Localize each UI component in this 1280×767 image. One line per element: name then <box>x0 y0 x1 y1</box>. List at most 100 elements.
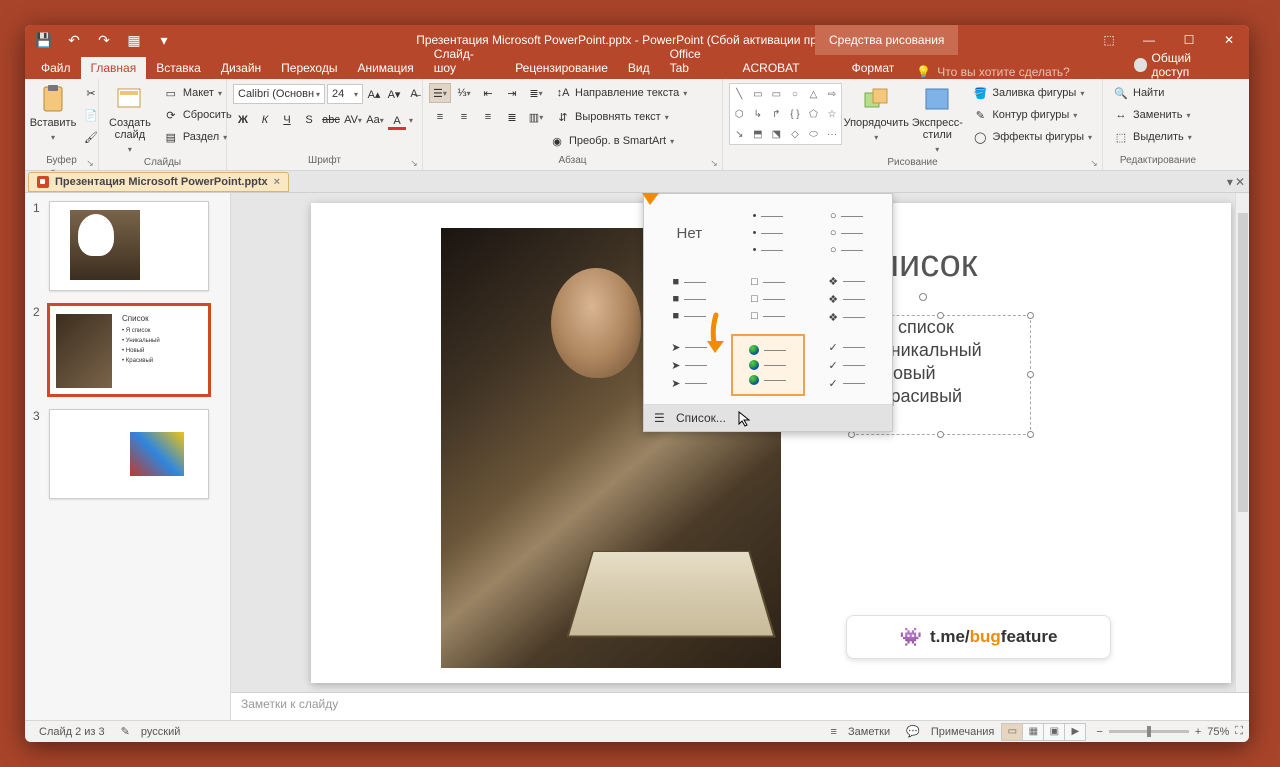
zoom-level[interactable]: 75% <box>1207 726 1229 738</box>
zoom-slider[interactable] <box>1109 730 1189 733</box>
tab-acrobat[interactable]: ACROBAT <box>732 57 809 79</box>
panel-close-icon[interactable]: ✕ <box>1235 175 1245 189</box>
char-spacing-button[interactable]: AV▾ <box>343 110 363 130</box>
normal-view-button[interactable]: ▭ <box>1001 723 1023 741</box>
slide-thumbnail-3[interactable] <box>49 409 209 499</box>
tab-officetab[interactable]: Office Tab <box>660 43 733 79</box>
justify-button[interactable]: ≣ <box>501 107 523 127</box>
rotate-handle[interactable] <box>919 293 927 301</box>
panel-dropdown-icon[interactable]: ▾ <box>1227 175 1233 189</box>
arrange-button[interactable]: Упорядочить▾ <box>846 83 906 144</box>
undo-icon[interactable]: ↶ <box>61 27 87 53</box>
zoom-in-button[interactable]: + <box>1195 726 1201 738</box>
tab-slideshow[interactable]: Слайд-шоу <box>424 43 505 79</box>
shapes-mini-gallery[interactable]: ╲▭▭○△⇨ ⬡↳↱{ }⬠☆ ↘⬒⬔◇⬭··· <box>729 83 842 145</box>
bullet-option-arrow[interactable]: ➤➤➤ <box>652 334 727 396</box>
slideshow-view-button[interactable]: ▶ <box>1064 723 1086 741</box>
replace-button[interactable]: ↔Заменить▾ <box>1109 105 1196 125</box>
comments-button[interactable]: 💬 Примечания <box>898 721 1002 743</box>
zoom-out-button[interactable]: − <box>1096 726 1102 738</box>
reading-view-button[interactable]: ▣ <box>1043 723 1065 741</box>
notes-pane[interactable]: Заметки к слайду <box>231 692 1249 720</box>
align-right-button[interactable]: ≡ <box>477 107 499 127</box>
tell-me-search[interactable]: 💡 Что вы хотите сделать? <box>904 65 1121 79</box>
bullet-option-none[interactable]: Нет <box>652 202 727 264</box>
document-tab[interactable]: Презентация Microsoft PowerPoint.pptx × <box>28 172 289 192</box>
shape-effects-button[interactable]: ◯Эффекты фигуры▾ <box>968 127 1096 147</box>
vertical-scrollbar[interactable] <box>1235 193 1249 692</box>
tab-transitions[interactable]: Переходы <box>271 57 347 79</box>
section-button[interactable]: ▤Раздел▾ <box>159 127 236 147</box>
select-button[interactable]: ⬚Выделить▾ <box>1109 127 1196 147</box>
align-text-button[interactable]: ⇵Выровнять текст▾ <box>549 107 673 127</box>
find-button[interactable]: 🔍Найти <box>1109 83 1196 103</box>
share-button[interactable]: Общий доступ <box>1122 51 1243 79</box>
chevron-down-icon[interactable]: ▾ <box>409 116 413 125</box>
bullets-button[interactable]: ☰▾ <box>429 83 451 103</box>
reset-button[interactable]: ⟳Сбросить <box>159 105 236 125</box>
decrease-font-icon[interactable]: A▾ <box>385 84 403 104</box>
italic-button[interactable]: К <box>255 110 275 130</box>
drawing-dialog-launcher[interactable]: ↘ <box>1088 157 1100 169</box>
slide-canvas-area[interactable]: Список Я список Уникальный <box>231 193 1249 692</box>
line-spacing-button[interactable]: ≣▾ <box>525 83 547 103</box>
change-case-button[interactable]: Aa▾ <box>365 110 385 130</box>
bullet-option-circle[interactable]: ○○○ <box>809 202 884 264</box>
columns-button[interactable]: ▥▾ <box>525 107 547 127</box>
font-color-button[interactable]: A <box>387 110 407 130</box>
strikethrough-button[interactable]: abc <box>321 110 341 130</box>
tab-format[interactable]: Формат <box>842 57 905 79</box>
save-icon[interactable]: 💾 <box>31 27 57 53</box>
tab-review[interactable]: Рецензирование <box>505 57 618 79</box>
font-name-combo[interactable]: Calibri (Основн▾ <box>233 84 325 104</box>
decrease-indent-button[interactable]: ⇤ <box>477 83 499 103</box>
language-indicator[interactable]: ✎ русский <box>113 721 189 743</box>
bold-button[interactable]: Ж <box>233 110 253 130</box>
bullet-option-check[interactable]: ✓✓✓ <box>809 334 884 396</box>
bullet-option-square-hollow[interactable]: □□□ <box>731 268 806 330</box>
align-left-button[interactable]: ≡ <box>429 107 451 127</box>
font-size-combo[interactable]: 24▾ <box>327 84 363 104</box>
new-slide-button[interactable]: Создать слайд ▾ <box>105 83 155 156</box>
text-direction-button[interactable]: ↕AНаправление текста▾ <box>549 83 691 103</box>
notes-toggle-button[interactable]: ≡ Заметки <box>823 721 899 743</box>
slide-thumbnail-1[interactable] <box>49 201 209 291</box>
paragraph-dialog-launcher[interactable]: ↘ <box>708 157 720 169</box>
tab-animations[interactable]: Анимация <box>347 57 423 79</box>
font-color-swatch <box>388 127 406 130</box>
shadow-button[interactable]: S <box>299 110 319 130</box>
close-tab-icon[interactable]: × <box>274 176 280 188</box>
layout-button[interactable]: ▭Макет▾ <box>159 83 236 103</box>
align-center-button[interactable]: ≡ <box>453 107 475 127</box>
tab-view[interactable]: Вид <box>618 57 660 79</box>
bullet-option-disc[interactable]: ••• <box>731 202 806 264</box>
quick-styles-button[interactable]: Экспресс-стили▾ <box>910 83 964 156</box>
underline-button[interactable]: Ч <box>277 110 297 130</box>
paste-label: Вставить <box>30 117 77 129</box>
shape-fill-button[interactable]: 🪣Заливка фигуры▾ <box>968 83 1096 103</box>
tab-file[interactable]: Файл <box>31 57 81 79</box>
clear-formatting-icon[interactable]: A̶ <box>405 84 423 104</box>
increase-indent-button[interactable]: ⇥ <box>501 83 523 103</box>
slideshow-icon[interactable]: ▦ <box>121 27 147 53</box>
bullet-option-square-filled[interactable]: ■■■ <box>652 268 727 330</box>
paste-button[interactable]: Вставить ▾ <box>31 83 75 144</box>
clipboard-dialog-launcher[interactable]: ↘ <box>84 157 96 169</box>
convert-smartart-button[interactable]: ◉Преобр. в SmartArt▾ <box>543 131 678 151</box>
increase-font-icon[interactable]: A▴ <box>365 84 383 104</box>
tab-home[interactable]: Главная <box>81 57 147 79</box>
font-dialog-launcher[interactable]: ↘ <box>408 157 420 169</box>
sorter-view-button[interactable]: ▦ <box>1022 723 1044 741</box>
slide-thumbnail-2[interactable]: Список • Я список • Уникальный • Новый •… <box>49 305 209 395</box>
tab-insert[interactable]: Вставка <box>146 57 211 79</box>
tab-design[interactable]: Дизайн <box>211 57 271 79</box>
bullets-more-option[interactable]: ☰ Список... <box>644 404 892 431</box>
bullet-option-picture-globe[interactable] <box>731 334 806 396</box>
fit-to-window-button[interactable]: ⛶ <box>1235 725 1243 738</box>
redo-icon[interactable]: ↷ <box>91 27 117 53</box>
slide-counter[interactable]: Слайд 2 из 3 <box>31 721 113 743</box>
bullet-option-4diamond[interactable]: ❖❖❖ <box>809 268 884 330</box>
shape-outline-button[interactable]: ✎Контур фигуры▾ <box>968 105 1096 125</box>
numbering-button[interactable]: ⅓▾ <box>453 83 475 103</box>
qat-customize-icon[interactable]: ▾ <box>151 27 177 53</box>
